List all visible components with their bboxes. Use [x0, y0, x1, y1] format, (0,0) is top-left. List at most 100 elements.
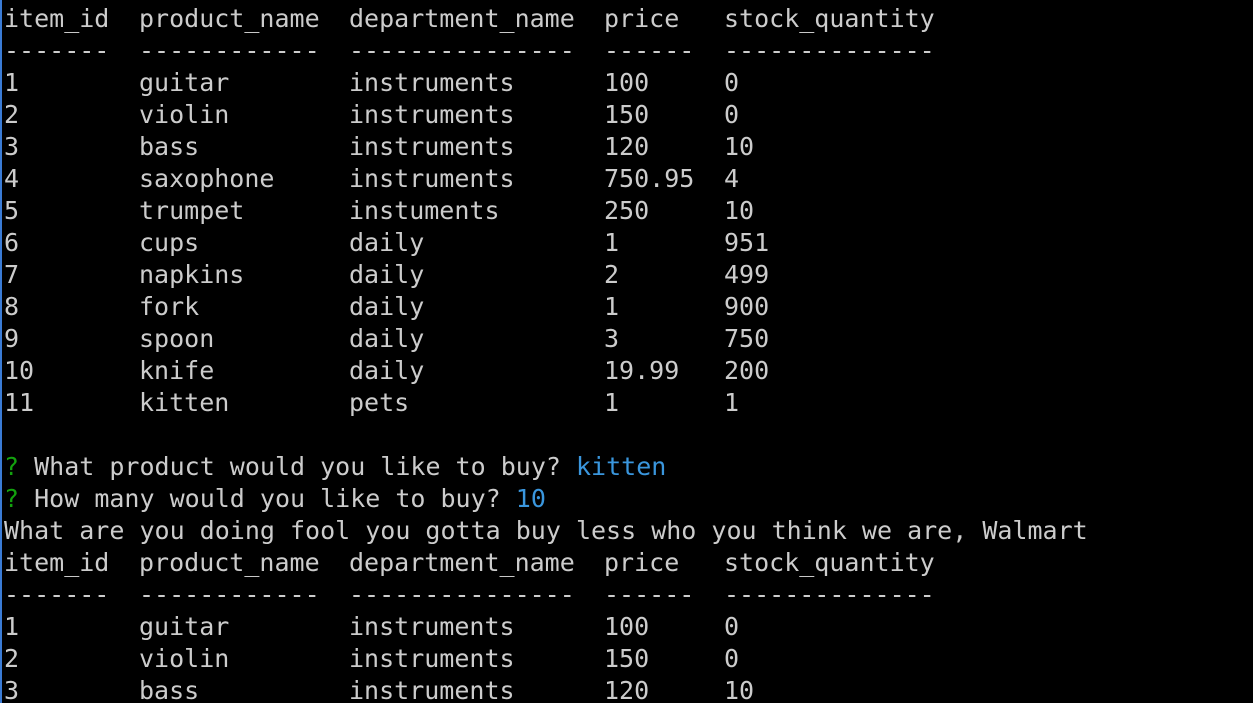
table2-header-price: price: [604, 548, 680, 577]
prompt-answer-quantity: 10: [515, 484, 546, 513]
cell-product-name: trumpet: [139, 196, 245, 225]
cell-product-name: knife: [139, 356, 215, 385]
table-row: 9 spoon daily 3 750: [4, 323, 769, 355]
cell-product-name: guitar: [139, 68, 230, 97]
cell-department-name: instruments: [349, 612, 515, 641]
table-row: 2 violin instruments 150 0: [4, 643, 739, 675]
cell-product-name: fork: [139, 292, 200, 321]
cell-price: 150: [604, 100, 650, 129]
cell-stock-quantity: 4: [724, 164, 740, 193]
prompt-question-text: How many would you like to buy?: [34, 484, 501, 513]
cell-item-id: 7: [4, 260, 20, 289]
cell-product-name: violin: [139, 100, 230, 129]
cell-department-name: instruments: [349, 164, 515, 193]
cell-stock-quantity: 750: [724, 324, 770, 353]
window-left-border: [0, 0, 2, 703]
table1-header-department-name: department_name: [349, 4, 575, 33]
cell-department-name: daily: [349, 228, 425, 257]
table-row: 3 bass instruments 120 10: [4, 675, 754, 703]
cell-price: 2: [604, 260, 620, 289]
table2-separator-row: ------- ------------ --------------- ---…: [4, 579, 935, 611]
cell-item-id: 4: [4, 164, 20, 193]
table2-separator: ------: [604, 580, 695, 609]
cell-department-name: daily: [349, 260, 425, 289]
table1-header-stock-quantity: stock_quantity: [724, 4, 935, 33]
cell-item-id: 1: [4, 612, 20, 641]
cell-stock-quantity: 0: [724, 644, 740, 673]
cell-department-name: instruments: [349, 676, 515, 703]
cell-department-name: daily: [349, 324, 425, 353]
cell-stock-quantity: 10: [724, 676, 755, 703]
prompt-answer-product: kitten: [575, 452, 667, 481]
table1-separator: ------------: [139, 36, 320, 65]
cell-department-name: instruments: [349, 100, 515, 129]
cell-stock-quantity: 10: [724, 132, 755, 161]
cell-department-name: instruments: [349, 644, 515, 673]
table1-separator: -------: [4, 36, 110, 65]
cell-stock-quantity: 0: [724, 612, 740, 641]
cell-price: 120: [604, 132, 650, 161]
cell-product-name: violin: [139, 644, 230, 673]
table2-separator: ------------: [139, 580, 320, 609]
table1-header-item-id: item_id: [4, 4, 110, 33]
cell-price: 750.95: [604, 164, 695, 193]
cell-price: 100: [604, 68, 650, 97]
cell-product-name: napkins: [139, 260, 245, 289]
cell-department-name: pets: [349, 388, 410, 417]
cell-stock-quantity: 951: [724, 228, 770, 257]
table2-header-department-name: department_name: [349, 548, 575, 577]
cell-stock-quantity: 1: [724, 388, 740, 417]
cell-price: 120: [604, 676, 650, 703]
table-row: 7 napkins daily 2 499: [4, 259, 769, 291]
table-row: 1 guitar instruments 100 0: [4, 67, 739, 99]
cell-product-name: guitar: [139, 612, 230, 641]
prompt-question-mark: ?: [4, 484, 20, 513]
table-row: 10 knife daily 19.99 200: [4, 355, 769, 387]
cell-stock-quantity: 0: [724, 68, 740, 97]
prompt-question-text: What product would you like to buy?: [34, 452, 561, 481]
cell-item-id: 2: [4, 644, 20, 673]
cell-price: 19.99: [604, 356, 680, 385]
table-row: 8 fork daily 1 900: [4, 291, 769, 323]
table1-header-product-name: product_name: [139, 4, 320, 33]
table1-separator: --------------: [724, 36, 935, 65]
prompt-question-mark: ?: [4, 452, 20, 481]
table2-separator: ---------------: [349, 580, 575, 609]
terminal-window[interactable]: item_id product_name department_name pri…: [0, 0, 1253, 703]
table1-separator: ------: [604, 36, 695, 65]
cell-item-id: 11: [4, 388, 35, 417]
table1-separator: ---------------: [349, 36, 575, 65]
cell-price: 1: [604, 228, 620, 257]
prompt-product: ? What product would you like to buy? ki…: [4, 451, 666, 483]
table2-separator: --------------: [724, 580, 935, 609]
cell-item-id: 5: [4, 196, 20, 225]
cell-product-name: saxophone: [139, 164, 275, 193]
cell-product-name: bass: [139, 132, 200, 161]
cell-stock-quantity: 200: [724, 356, 770, 385]
cell-item-id: 2: [4, 100, 20, 129]
table-row: 1 guitar instruments 100 0: [4, 611, 739, 643]
cell-department-name: daily: [349, 356, 425, 385]
table-row: 3 bass instruments 120 10: [4, 131, 754, 163]
cell-price: 1: [604, 388, 620, 417]
cell-product-name: kitten: [139, 388, 230, 417]
table-row: 11 kitten pets 1 1: [4, 387, 739, 419]
cell-department-name: instruments: [349, 132, 515, 161]
table2-header-row: item_id product_name department_name pri…: [4, 547, 935, 579]
cell-price: 3: [604, 324, 620, 353]
cell-price: 150: [604, 644, 650, 673]
cell-item-id: 3: [4, 132, 20, 161]
cell-stock-quantity: 900: [724, 292, 770, 321]
table2-header-product-name: product_name: [139, 548, 320, 577]
table-row: 6 cups daily 1 951: [4, 227, 769, 259]
cell-department-name: instuments: [349, 196, 500, 225]
table1-header-price: price: [604, 4, 680, 33]
cell-department-name: instruments: [349, 68, 515, 97]
table-row: 4 saxophone instruments 750.95 4: [4, 163, 739, 195]
cell-price: 250: [604, 196, 650, 225]
cell-item-id: 6: [4, 228, 20, 257]
table1-separator-row: ------- ------------ --------------- ---…: [4, 35, 935, 67]
error-message: What are you doing fool you gotta buy le…: [4, 516, 1088, 545]
cell-stock-quantity: 0: [724, 100, 740, 129]
table-row: 2 violin instruments 150 0: [4, 99, 739, 131]
